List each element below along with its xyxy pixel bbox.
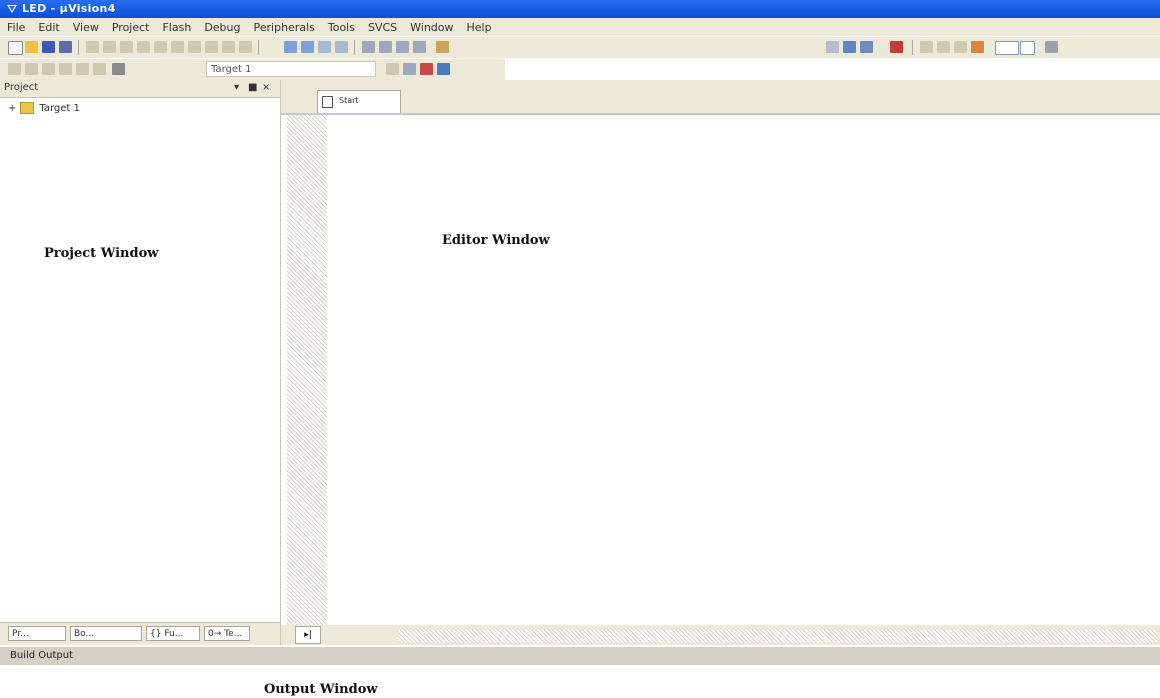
- reset-icon[interactable]: [971, 41, 984, 53]
- tab-project[interactable]: Pr...: [8, 626, 66, 641]
- toolbar-empty-area: [505, 59, 1160, 80]
- project-panel-header: Project ▾ ■ ×: [0, 80, 280, 98]
- batch-build-icon[interactable]: [59, 63, 72, 75]
- uvision-logo-icon: [7, 5, 17, 13]
- undo-icon[interactable]: [137, 41, 150, 53]
- menu-peripherals[interactable]: Peripherals: [254, 21, 315, 34]
- manage-components-icon[interactable]: [420, 63, 433, 75]
- menu-help[interactable]: Help: [467, 21, 492, 34]
- file-extensions-icon[interactable]: [403, 63, 416, 75]
- project-panel-tabs: Pr... Bo... {} Fu... 0→ Te...: [0, 622, 280, 645]
- build-icon[interactable]: [25, 63, 38, 75]
- editor-gutter: [287, 115, 327, 628]
- zoom-icon[interactable]: [843, 41, 856, 53]
- tree-item-label: Target 1: [39, 102, 80, 114]
- select-packs-icon[interactable]: [437, 63, 450, 75]
- translate-icon[interactable]: [8, 63, 21, 75]
- editor-area: Start ▸|: [281, 80, 1160, 645]
- menu-file[interactable]: File: [7, 21, 25, 34]
- panel-float-icon[interactable]: ■: [248, 82, 257, 93]
- disable-breakpoint-icon[interactable]: [937, 41, 950, 53]
- copy-icon[interactable]: [103, 41, 116, 53]
- rebuild-icon[interactable]: [42, 63, 55, 75]
- outdent-icon[interactable]: [379, 41, 392, 53]
- window-select-icon[interactable]: [995, 41, 1019, 55]
- editor-window-label: Editor Window: [442, 233, 550, 248]
- build-output-header: Build Output: [0, 646, 1160, 665]
- prev-bookmark-icon[interactable]: [222, 41, 235, 53]
- navigate-forward-icon[interactable]: [188, 41, 201, 53]
- chevron-down-icon[interactable]: [1020, 41, 1035, 55]
- editor-bottom-bar: ▸|: [281, 625, 1160, 645]
- menu-edit[interactable]: Edit: [38, 21, 59, 34]
- toolbar-separator: [78, 40, 79, 55]
- uncomment-icon[interactable]: [413, 41, 426, 53]
- toolbar-separator: [354, 40, 355, 55]
- start-debug-icon[interactable]: [826, 41, 839, 53]
- kill-breakpoint-icon[interactable]: [954, 41, 967, 53]
- editor-scroll-tab[interactable]: ▸|: [295, 626, 321, 644]
- insert-breakpoint-icon[interactable]: [860, 41, 873, 53]
- find-icon[interactable]: [284, 41, 297, 53]
- output-window-label: Output Window: [264, 682, 378, 697]
- save-all-icon[interactable]: [59, 41, 72, 53]
- enable-breakpoint-icon[interactable]: [920, 41, 933, 53]
- download-icon[interactable]: [93, 63, 106, 75]
- next-bookmark-icon[interactable]: [239, 41, 252, 53]
- load-icon[interactable]: [112, 63, 125, 75]
- toolbar-separator: [912, 40, 913, 55]
- new-file-icon[interactable]: [8, 41, 23, 55]
- comment-icon[interactable]: [396, 41, 409, 53]
- project-window-label: Project Window: [44, 246, 159, 261]
- tree-item-target[interactable]: + Target 1: [8, 101, 80, 115]
- build-output-title: Build Output: [10, 650, 74, 661]
- tab-start[interactable]: Start: [317, 90, 401, 113]
- menu-bar: File Edit View Project Flash Debug Perip…: [0, 18, 1160, 36]
- menu-view[interactable]: View: [73, 21, 99, 34]
- document-icon: [322, 96, 333, 108]
- project-panel: Project ▾ ■ × + Target 1 Project Window …: [0, 80, 281, 645]
- editor-tab-label: Start: [339, 96, 359, 105]
- target-select[interactable]: Target 1: [206, 61, 376, 77]
- panel-menu-icon[interactable]: ▾: [234, 82, 239, 93]
- indent-icon[interactable]: [362, 41, 375, 53]
- build-toolbar: Target 1: [0, 58, 1160, 81]
- open-folder-icon[interactable]: [25, 41, 38, 53]
- stop-build-icon[interactable]: [76, 63, 89, 75]
- menu-debug[interactable]: Debug: [204, 21, 240, 34]
- replace-icon[interactable]: [318, 41, 331, 53]
- target-options-icon[interactable]: [386, 63, 399, 75]
- tab-templates[interactable]: 0→ Te...: [204, 626, 250, 641]
- editor-text-area[interactable]: [327, 115, 1160, 628]
- horizontal-scrollbar[interactable]: [399, 630, 1157, 642]
- bookmark-icon[interactable]: [205, 41, 218, 53]
- file-toolbar: [0, 36, 1160, 59]
- find-next-icon[interactable]: [301, 41, 314, 53]
- tab-books[interactable]: Bo...: [70, 626, 142, 641]
- target-select-value: Target 1: [211, 64, 252, 75]
- toolbar-separator: [258, 40, 259, 55]
- find-in-files-icon[interactable]: [335, 41, 348, 53]
- navigate-back-icon[interactable]: [171, 41, 184, 53]
- cut-icon[interactable]: [86, 41, 99, 53]
- menu-flash[interactable]: Flash: [162, 21, 191, 34]
- tab-functions[interactable]: {} Fu...: [146, 626, 200, 641]
- save-icon[interactable]: [42, 41, 55, 53]
- menu-project[interactable]: Project: [112, 21, 150, 34]
- panel-close-icon[interactable]: ×: [262, 82, 270, 93]
- menu-svcs[interactable]: SVCS: [368, 21, 397, 34]
- editor-tab-strip: Start: [281, 80, 1160, 115]
- stop-icon[interactable]: [890, 41, 903, 53]
- redo-icon[interactable]: [154, 41, 167, 53]
- tree-expander-icon[interactable]: +: [8, 103, 16, 114]
- paste-icon[interactable]: [120, 41, 133, 53]
- project-panel-title: Project: [4, 82, 39, 93]
- configuration-wizard-icon[interactable]: [436, 41, 449, 53]
- menu-window[interactable]: Window: [410, 21, 453, 34]
- title-bar: LED - µVision4: [0, 0, 1160, 18]
- target-folder-icon: [20, 102, 35, 114]
- tools-icon[interactable]: [1045, 41, 1058, 53]
- menu-tools[interactable]: Tools: [328, 21, 355, 34]
- window-title: LED - µVision4: [22, 2, 116, 15]
